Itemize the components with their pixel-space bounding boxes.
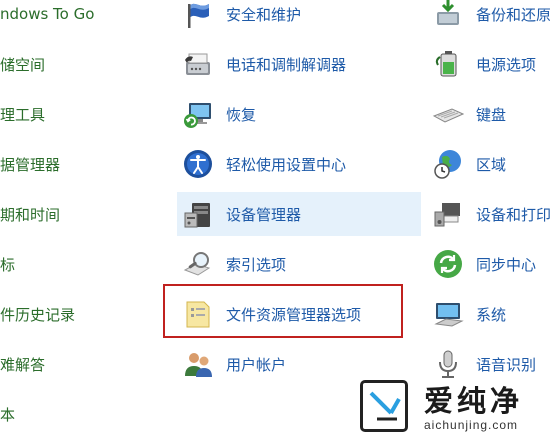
control-panel-item-system[interactable]: 系统 xyxy=(428,292,550,336)
control-panel-item-device-manager[interactable]: 设备管理器 xyxy=(177,192,421,236)
control-panel-item-troubleshooting[interactable]: 难解答 xyxy=(0,342,160,386)
item-label: 本 xyxy=(0,405,16,424)
ease-of-access-icon xyxy=(182,148,214,180)
item-label: 电源选项 xyxy=(476,55,537,74)
control-panel-item-indexing-options[interactable]: 索引选项 xyxy=(177,242,421,286)
item-label: 据管理器 xyxy=(0,155,61,174)
watermark: 爱纯净 aichunjing.com xyxy=(360,376,550,439)
item-label: 难解答 xyxy=(0,355,46,374)
fax-phone-icon xyxy=(182,48,214,80)
item-label: 键盘 xyxy=(476,105,507,124)
watermark-brand: 爱纯净 xyxy=(424,384,524,418)
item-label: ndows To Go xyxy=(0,5,95,23)
item-label: 区域 xyxy=(476,155,507,174)
device-manager-icon xyxy=(182,198,214,230)
item-label: 设备和打印 xyxy=(476,205,550,224)
folder-options-icon xyxy=(182,298,214,330)
control-panel-item-recovery[interactable]: 恢复 xyxy=(177,92,421,136)
recovery-monitor-icon xyxy=(182,98,214,130)
item-label: 语音识别 xyxy=(476,355,537,374)
backup-icon xyxy=(432,0,464,30)
item-label: 件历史记录 xyxy=(0,305,76,324)
item-label: 索引选项 xyxy=(226,255,287,274)
control-panel-item-storage-spaces[interactable]: 储空间 xyxy=(0,42,160,86)
printer-device-icon xyxy=(432,198,464,230)
watermark-logo-icon xyxy=(360,380,408,432)
control-panel-item-admin-tools[interactable]: 理工具 xyxy=(0,92,160,136)
computer-monitor-icon xyxy=(432,298,464,330)
control-panel-item-credential-manager[interactable]: 据管理器 xyxy=(0,142,160,186)
watermark-url: aichunjing.com xyxy=(424,418,519,432)
item-label: 同步中心 xyxy=(476,255,537,274)
item-label: 理工具 xyxy=(0,105,46,124)
flag-icon xyxy=(182,0,214,30)
control-panel-item-file-history[interactable]: 件历史记录 xyxy=(0,292,160,336)
control-panel-item-region[interactable]: 区域 xyxy=(428,142,550,186)
control-panel-item-text[interactable]: 本 xyxy=(0,392,160,436)
item-label: 期和时间 xyxy=(0,205,61,224)
users-icon xyxy=(182,348,214,380)
control-panel-item-sync-center[interactable]: 同步中心 xyxy=(428,242,550,286)
item-label: 设备管理器 xyxy=(226,205,302,224)
item-label: 用户帐户 xyxy=(226,355,287,374)
item-label: 恢复 xyxy=(226,105,257,124)
item-label: 系统 xyxy=(476,305,507,324)
globe-clock-icon xyxy=(432,148,464,180)
item-label: 轻松使用设置中心 xyxy=(226,155,347,174)
item-label: 文件资源管理器选项 xyxy=(226,305,362,324)
control-panel-item-phone-modem[interactable]: 电话和调制解调器 xyxy=(177,42,421,86)
control-panel-item-ease-of-access[interactable]: 轻松使用设置中心 xyxy=(177,142,421,186)
control-panel-item-mouse[interactable]: 标 xyxy=(0,242,160,286)
control-panel-item-file-explorer-options[interactable]: 文件资源管理器选项 xyxy=(177,292,421,336)
control-panel-item-keyboard[interactable]: 键盘 xyxy=(428,92,550,136)
control-panel-item-devices-printers[interactable]: 设备和打印 xyxy=(428,192,550,236)
control-panel-item-security-maintenance[interactable]: 安全和维护 xyxy=(177,0,421,36)
control-panel-item-backup-restore[interactable]: 备份和还原 xyxy=(428,0,550,36)
keyboard-icon xyxy=(432,98,464,130)
item-label: 标 xyxy=(0,255,16,274)
item-label: 备份和还原 xyxy=(476,5,550,24)
control-panel-item-windows-to-go[interactable]: ndows To Go xyxy=(0,0,160,36)
magnifier-icon xyxy=(182,248,214,280)
control-panel-item-date-time[interactable]: 期和时间 xyxy=(0,192,160,236)
item-label: 安全和维护 xyxy=(226,5,302,24)
sync-icon xyxy=(432,248,464,280)
item-label: 电话和调制解调器 xyxy=(226,55,347,74)
item-label: 储空间 xyxy=(0,55,46,74)
battery-icon xyxy=(432,48,464,80)
control-panel-item-power-options[interactable]: 电源选项 xyxy=(428,42,550,86)
